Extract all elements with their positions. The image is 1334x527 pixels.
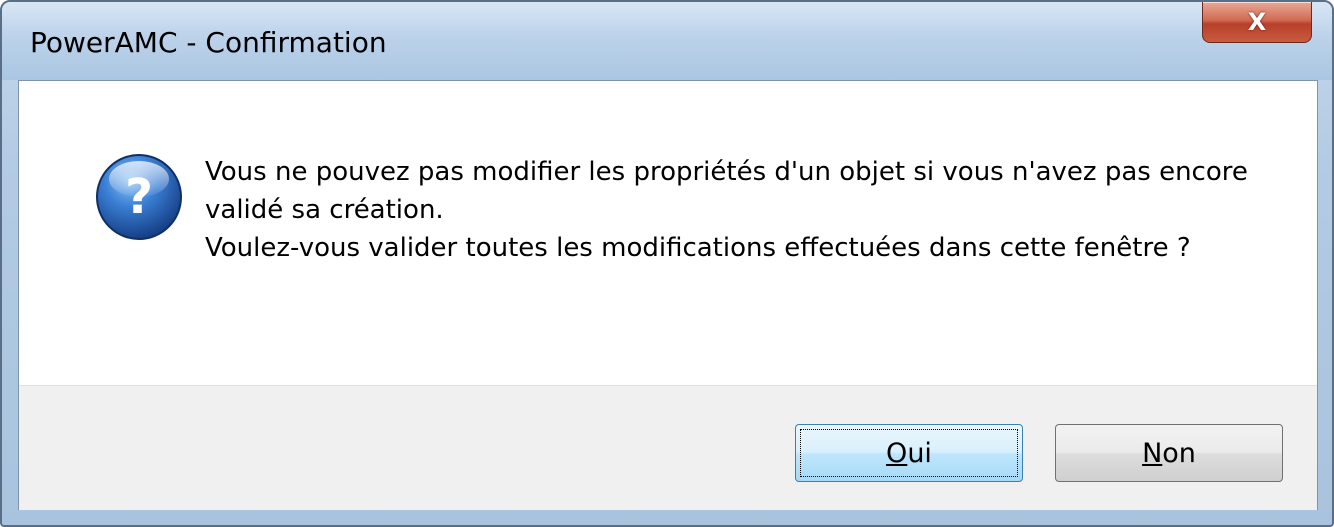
- message-area: ? Vous ne pouvez pas modifier les propri…: [19, 81, 1317, 385]
- button-bar: Oui Non: [19, 385, 1317, 510]
- message-line-1: Vous ne pouvez pas modifier les propriét…: [205, 157, 1248, 225]
- title-bar[interactable]: PowerAMC - Confirmation X: [2, 2, 1332, 80]
- dialog-body: ? Vous ne pouvez pas modifier les propri…: [18, 80, 1318, 510]
- yes-button[interactable]: Oui: [795, 424, 1023, 482]
- dialog-title: PowerAMC - Confirmation: [30, 26, 387, 59]
- confirmation-dialog: PowerAMC - Confirmation X ? Vous ne pouv…: [0, 0, 1334, 527]
- no-label-rest: on: [1162, 437, 1196, 469]
- no-button-label: Non: [1142, 438, 1196, 469]
- no-mnemonic: N: [1142, 437, 1163, 469]
- question-icon: ?: [96, 154, 182, 240]
- svg-text:?: ?: [125, 169, 153, 225]
- confirmation-message: Vous ne pouvez pas modifier les propriét…: [205, 153, 1285, 267]
- message-line-2: Voulez-vous valider toutes les modificat…: [205, 233, 1191, 263]
- close-button[interactable]: X: [1202, 2, 1312, 43]
- no-button[interactable]: Non: [1055, 424, 1283, 482]
- close-icon: X: [1247, 8, 1267, 36]
- focus-rectangle: [800, 429, 1018, 477]
